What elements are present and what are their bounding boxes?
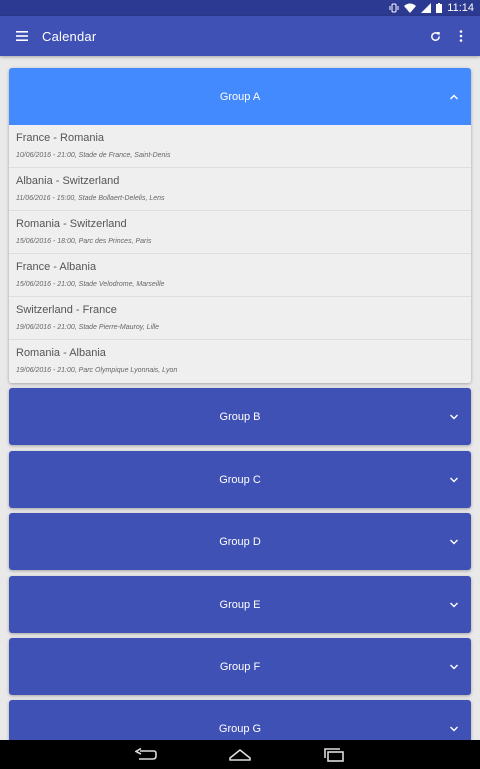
match-item[interactable]: Albania - Switzerland 11/06/2016 - 15:00… bbox=[9, 168, 471, 211]
group-title: Group G bbox=[218, 722, 262, 735]
group-c-header[interactable]: Group C bbox=[9, 451, 471, 508]
vibrate-icon bbox=[389, 3, 399, 13]
refresh-icon bbox=[430, 31, 440, 41]
chevron-down-icon bbox=[449, 475, 459, 485]
match-teams: France - Albania bbox=[16, 261, 97, 273]
recents-icon bbox=[324, 747, 344, 762]
group-title: Group E bbox=[219, 598, 261, 611]
group-title: Group A bbox=[219, 90, 261, 103]
match-info: 11/06/2016 - 15:00, Stade Bollaert-Delel… bbox=[16, 195, 165, 202]
group-a-card: Group A France - Romania 10/06/2016 - 21… bbox=[9, 68, 471, 383]
group-f-card: Group F bbox=[9, 638, 471, 695]
group-a-header[interactable]: Group A bbox=[9, 68, 471, 125]
match-info: 15/06/2016 - 18:00, Parc des Princes, Pa… bbox=[16, 238, 152, 245]
group-e-header[interactable]: Group E bbox=[9, 576, 471, 633]
match-teams: Romania - Albania bbox=[16, 347, 106, 359]
calendar-list[interactable]: Group A France - Romania 10/06/2016 - 21… bbox=[0, 56, 480, 740]
group-title: Group C bbox=[219, 473, 261, 486]
recents-button[interactable] bbox=[321, 744, 347, 766]
home-icon bbox=[229, 748, 251, 761]
battery-icon bbox=[436, 3, 443, 13]
chevron-down-icon bbox=[449, 600, 459, 610]
group-b-card: Group B bbox=[9, 388, 471, 445]
chevron-down-icon bbox=[449, 662, 459, 672]
match-info: 19/06/2016 - 21:00, Parc Olympique Lyonn… bbox=[16, 367, 178, 374]
group-d-header[interactable]: Group D bbox=[9, 513, 471, 570]
match-list: France - Romania 10/06/2016 - 21:00, Sta… bbox=[9, 125, 471, 383]
wifi-icon bbox=[404, 3, 417, 13]
menu-button[interactable] bbox=[2, 16, 42, 56]
match-info: 10/06/2016 - 21:00, Stade de France, Sai… bbox=[16, 152, 171, 159]
match-info: 15/06/2016 - 21:00, Stade Velodrome, Mar… bbox=[16, 281, 165, 288]
chevron-down-icon bbox=[449, 537, 459, 547]
back-button[interactable] bbox=[133, 744, 159, 766]
match-item[interactable]: Romania - Switzerland 15/06/2016 - 18:00… bbox=[9, 211, 471, 254]
group-d-card: Group D bbox=[9, 513, 471, 570]
group-title: Group D bbox=[219, 535, 261, 548]
match-teams: Switzerland - France bbox=[16, 304, 117, 316]
group-f-header[interactable]: Group F bbox=[9, 638, 471, 695]
match-item[interactable]: France - Albania 15/06/2016 - 21:00, Sta… bbox=[9, 254, 471, 297]
match-item[interactable]: France - Romania 10/06/2016 - 21:00, Sta… bbox=[9, 125, 471, 168]
page-title: Calendar bbox=[42, 28, 97, 44]
match-item[interactable]: Switzerland - France 19/06/2016 - 21:00,… bbox=[9, 297, 471, 340]
status-bar: 11:14 bbox=[0, 0, 480, 16]
match-item[interactable]: Romania - Albania 19/06/2016 - 21:00, Pa… bbox=[9, 340, 471, 383]
chevron-down-icon bbox=[449, 724, 459, 734]
match-teams: Albania - Switzerland bbox=[16, 175, 120, 187]
status-time: 11:14 bbox=[447, 2, 474, 14]
match-info: 19/06/2016 - 21:00, Stade Pierre-Mauroy,… bbox=[16, 324, 160, 331]
group-c-card: Group C bbox=[9, 451, 471, 508]
match-teams: France - Romania bbox=[16, 132, 105, 144]
group-title: Group B bbox=[219, 410, 261, 423]
chevron-down-icon bbox=[449, 412, 459, 422]
group-title: Group F bbox=[219, 660, 261, 673]
group-g-card: Group G bbox=[9, 700, 471, 740]
refresh-button[interactable] bbox=[422, 16, 448, 56]
home-button[interactable] bbox=[227, 744, 253, 766]
group-b-header[interactable]: Group B bbox=[9, 388, 471, 445]
app-bar: Calendar bbox=[0, 16, 480, 56]
match-teams: Romania - Switzerland bbox=[16, 218, 127, 230]
overflow-menu-button[interactable] bbox=[448, 16, 474, 56]
hamburger-icon bbox=[16, 31, 28, 41]
back-icon bbox=[135, 747, 157, 760]
signal-icon bbox=[421, 3, 432, 13]
more-vertical-icon bbox=[459, 30, 463, 42]
system-nav-bar bbox=[0, 740, 480, 769]
group-g-header[interactable]: Group G bbox=[9, 700, 471, 740]
chevron-up-icon bbox=[449, 92, 459, 102]
group-e-card: Group E bbox=[9, 576, 471, 633]
